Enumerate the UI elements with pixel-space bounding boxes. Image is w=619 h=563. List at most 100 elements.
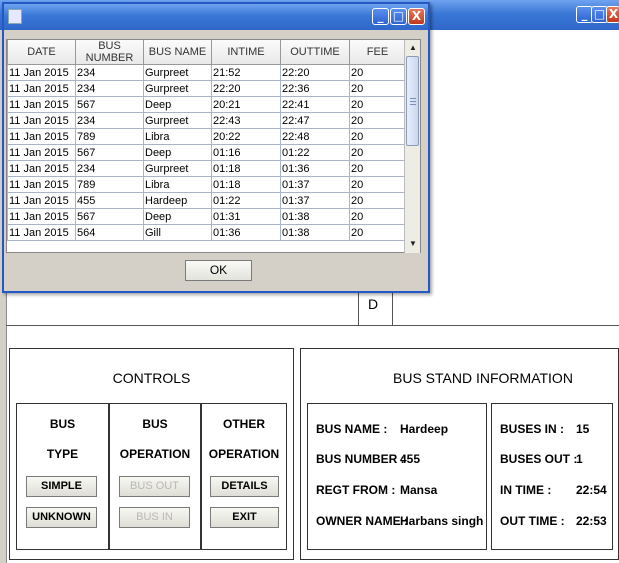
col-header-intime[interactable]: INTIME bbox=[211, 40, 281, 65]
details-button[interactable]: DETAILS bbox=[210, 476, 279, 497]
table-cell[interactable]: 01:16 bbox=[211, 144, 281, 161]
table-cell[interactable]: 22:47 bbox=[280, 112, 350, 129]
table-cell[interactable]: 21:52 bbox=[211, 64, 281, 81]
table-cell[interactable]: 01:36 bbox=[280, 160, 350, 177]
table-cell[interactable]: 20 bbox=[349, 208, 406, 225]
bus-in-button[interactable]: BUS IN bbox=[119, 507, 190, 528]
table-cell[interactable]: Deep bbox=[143, 96, 212, 113]
table-cell[interactable]: 567 bbox=[75, 96, 144, 113]
table-cell[interactable]: 20 bbox=[349, 144, 406, 161]
table-cell[interactable]: 234 bbox=[75, 112, 144, 129]
dialog-titlebar[interactable]: _ □ X bbox=[4, 4, 428, 30]
table-cell[interactable]: 11 Jan 2015 bbox=[7, 176, 76, 193]
table-cell[interactable]: 01:37 bbox=[280, 192, 350, 209]
table-row[interactable]: 11 Jan 2015 789 Libra 20:22 22:48 20 bbox=[7, 128, 406, 145]
col-header-fee[interactable]: FEE bbox=[349, 40, 406, 65]
table-cell[interactable]: 01:18 bbox=[211, 160, 281, 177]
table-row[interactable]: 11 Jan 2015 567 Deep 01:16 01:22 20 bbox=[7, 144, 406, 161]
table-cell[interactable]: 20 bbox=[349, 112, 406, 129]
table-cell[interactable]: 11 Jan 2015 bbox=[7, 96, 76, 113]
table-cell[interactable]: 22:20 bbox=[211, 80, 281, 97]
table-cell[interactable]: 11 Jan 2015 bbox=[7, 80, 76, 97]
table-cell[interactable]: Libra bbox=[143, 176, 212, 193]
table-cell[interactable]: 22:36 bbox=[280, 80, 350, 97]
table-cell[interactable]: 22:48 bbox=[280, 128, 350, 145]
table-row[interactable]: 11 Jan 2015 234 Gurpreet 01:18 01:36 20 bbox=[7, 160, 406, 177]
table-cell[interactable]: Gurpreet bbox=[143, 80, 212, 97]
table-row[interactable]: 11 Jan 2015 234 Gurpreet 22:20 22:36 20 bbox=[7, 80, 406, 97]
scroll-up-icon[interactable]: ▲ bbox=[406, 41, 420, 55]
col-header-date[interactable]: DATE bbox=[7, 40, 76, 65]
table-cell[interactable]: 567 bbox=[75, 208, 144, 225]
table-cell[interactable]: 20 bbox=[349, 192, 406, 209]
table-cell[interactable]: 455 bbox=[75, 192, 144, 209]
table-vertical-scrollbar[interactable]: ▲ ▼ bbox=[404, 40, 420, 253]
table-cell[interactable]: Gill bbox=[143, 224, 212, 241]
table-cell[interactable]: 11 Jan 2015 bbox=[7, 208, 76, 225]
simple-button[interactable]: SIMPLE bbox=[26, 476, 97, 497]
bus-operation-label-1: BUS bbox=[142, 417, 168, 431]
table-cell[interactable]: Hardeep bbox=[143, 192, 212, 209]
table-cell[interactable]: 20 bbox=[349, 224, 406, 241]
table-cell[interactable]: 01:37 bbox=[280, 176, 350, 193]
table-cell[interactable]: 789 bbox=[75, 128, 144, 145]
table-cell[interactable]: 11 Jan 2015 bbox=[7, 112, 76, 129]
table-cell[interactable]: 567 bbox=[75, 144, 144, 161]
table-cell[interactable]: 01:36 bbox=[211, 224, 281, 241]
table-cell[interactable]: Libra bbox=[143, 128, 212, 145]
table-row[interactable]: 11 Jan 2015 234 Gurpreet 21:52 22:20 20 bbox=[7, 64, 406, 81]
table-cell[interactable]: 20 bbox=[349, 96, 406, 113]
table-cell[interactable]: Deep bbox=[143, 144, 212, 161]
table-cell[interactable]: 11 Jan 2015 bbox=[7, 160, 76, 177]
dialog-close-icon[interactable]: X bbox=[408, 8, 425, 25]
bus-out-button[interactable]: BUS OUT bbox=[119, 476, 190, 497]
table-cell[interactable]: 20 bbox=[349, 128, 406, 145]
table-cell[interactable]: 11 Jan 2015 bbox=[7, 192, 76, 209]
table-row[interactable]: 11 Jan 2015 234 Gurpreet 22:43 22:47 20 bbox=[7, 112, 406, 129]
table-cell[interactable]: Deep bbox=[143, 208, 212, 225]
table-cell[interactable]: 01:22 bbox=[211, 192, 281, 209]
exit-button[interactable]: EXIT bbox=[210, 507, 279, 528]
table-cell[interactable]: 20 bbox=[349, 64, 406, 81]
table-row[interactable]: 11 Jan 2015 567 Deep 20:21 22:41 20 bbox=[7, 96, 406, 113]
table-row[interactable]: 11 Jan 2015 455 Hardeep 01:22 01:37 20 bbox=[7, 192, 406, 209]
ok-button[interactable]: OK bbox=[185, 260, 252, 281]
table-cell[interactable]: 22:41 bbox=[280, 96, 350, 113]
table-cell[interactable]: 20 bbox=[349, 80, 406, 97]
table-cell[interactable]: 234 bbox=[75, 80, 144, 97]
table-cell[interactable]: Gurpreet bbox=[143, 160, 212, 177]
table-cell[interactable]: 11 Jan 2015 bbox=[7, 128, 76, 145]
table-cell[interactable]: 20:21 bbox=[211, 96, 281, 113]
table-cell[interactable]: 11 Jan 2015 bbox=[7, 224, 76, 241]
table-cell[interactable]: 01:38 bbox=[280, 208, 350, 225]
table-cell[interactable]: Gurpreet bbox=[143, 64, 212, 81]
table-cell[interactable]: 22:20 bbox=[280, 64, 350, 81]
table-row[interactable]: 11 Jan 2015 567 Deep 01:31 01:38 20 bbox=[7, 208, 406, 225]
unknown-button[interactable]: UNKNOWN bbox=[26, 507, 97, 528]
table-row[interactable]: 11 Jan 2015 564 Gill 01:36 01:38 20 bbox=[7, 224, 406, 241]
dialog-minimize-icon[interactable]: _ bbox=[372, 8, 389, 25]
scrollbar-thumb[interactable] bbox=[406, 56, 419, 146]
table-cell[interactable]: 789 bbox=[75, 176, 144, 193]
col-header-bus-number[interactable]: BUS NUMBER bbox=[75, 40, 144, 65]
col-header-outtime[interactable]: OUTTIME bbox=[280, 40, 350, 65]
scroll-down-icon[interactable]: ▼ bbox=[406, 237, 420, 251]
table-cell[interactable]: 01:38 bbox=[280, 224, 350, 241]
table-row[interactable]: 11 Jan 2015 789 Libra 01:18 01:37 20 bbox=[7, 176, 406, 193]
table-cell[interactable]: 20 bbox=[349, 176, 406, 193]
table-cell[interactable]: 11 Jan 2015 bbox=[7, 64, 76, 81]
dialog-maximize-icon[interactable]: □ bbox=[390, 8, 407, 25]
table-cell[interactable]: 01:22 bbox=[280, 144, 350, 161]
table-cell[interactable]: 234 bbox=[75, 160, 144, 177]
table-cell[interactable]: 22:43 bbox=[211, 112, 281, 129]
table-cell[interactable]: 234 bbox=[75, 64, 144, 81]
table-cell[interactable]: 11 Jan 2015 bbox=[7, 144, 76, 161]
table-cell[interactable]: 01:31 bbox=[211, 208, 281, 225]
table-cell[interactable]: 564 bbox=[75, 224, 144, 241]
table-cell[interactable]: Gurpreet bbox=[143, 112, 212, 129]
col-header-bus-name[interactable]: BUS NAME bbox=[143, 40, 212, 65]
table-cell[interactable]: 01:18 bbox=[211, 176, 281, 193]
table-cell[interactable]: 20:22 bbox=[211, 128, 281, 145]
table-cell[interactable]: 20 bbox=[349, 160, 406, 177]
main-close-icon[interactable]: X bbox=[606, 6, 619, 23]
